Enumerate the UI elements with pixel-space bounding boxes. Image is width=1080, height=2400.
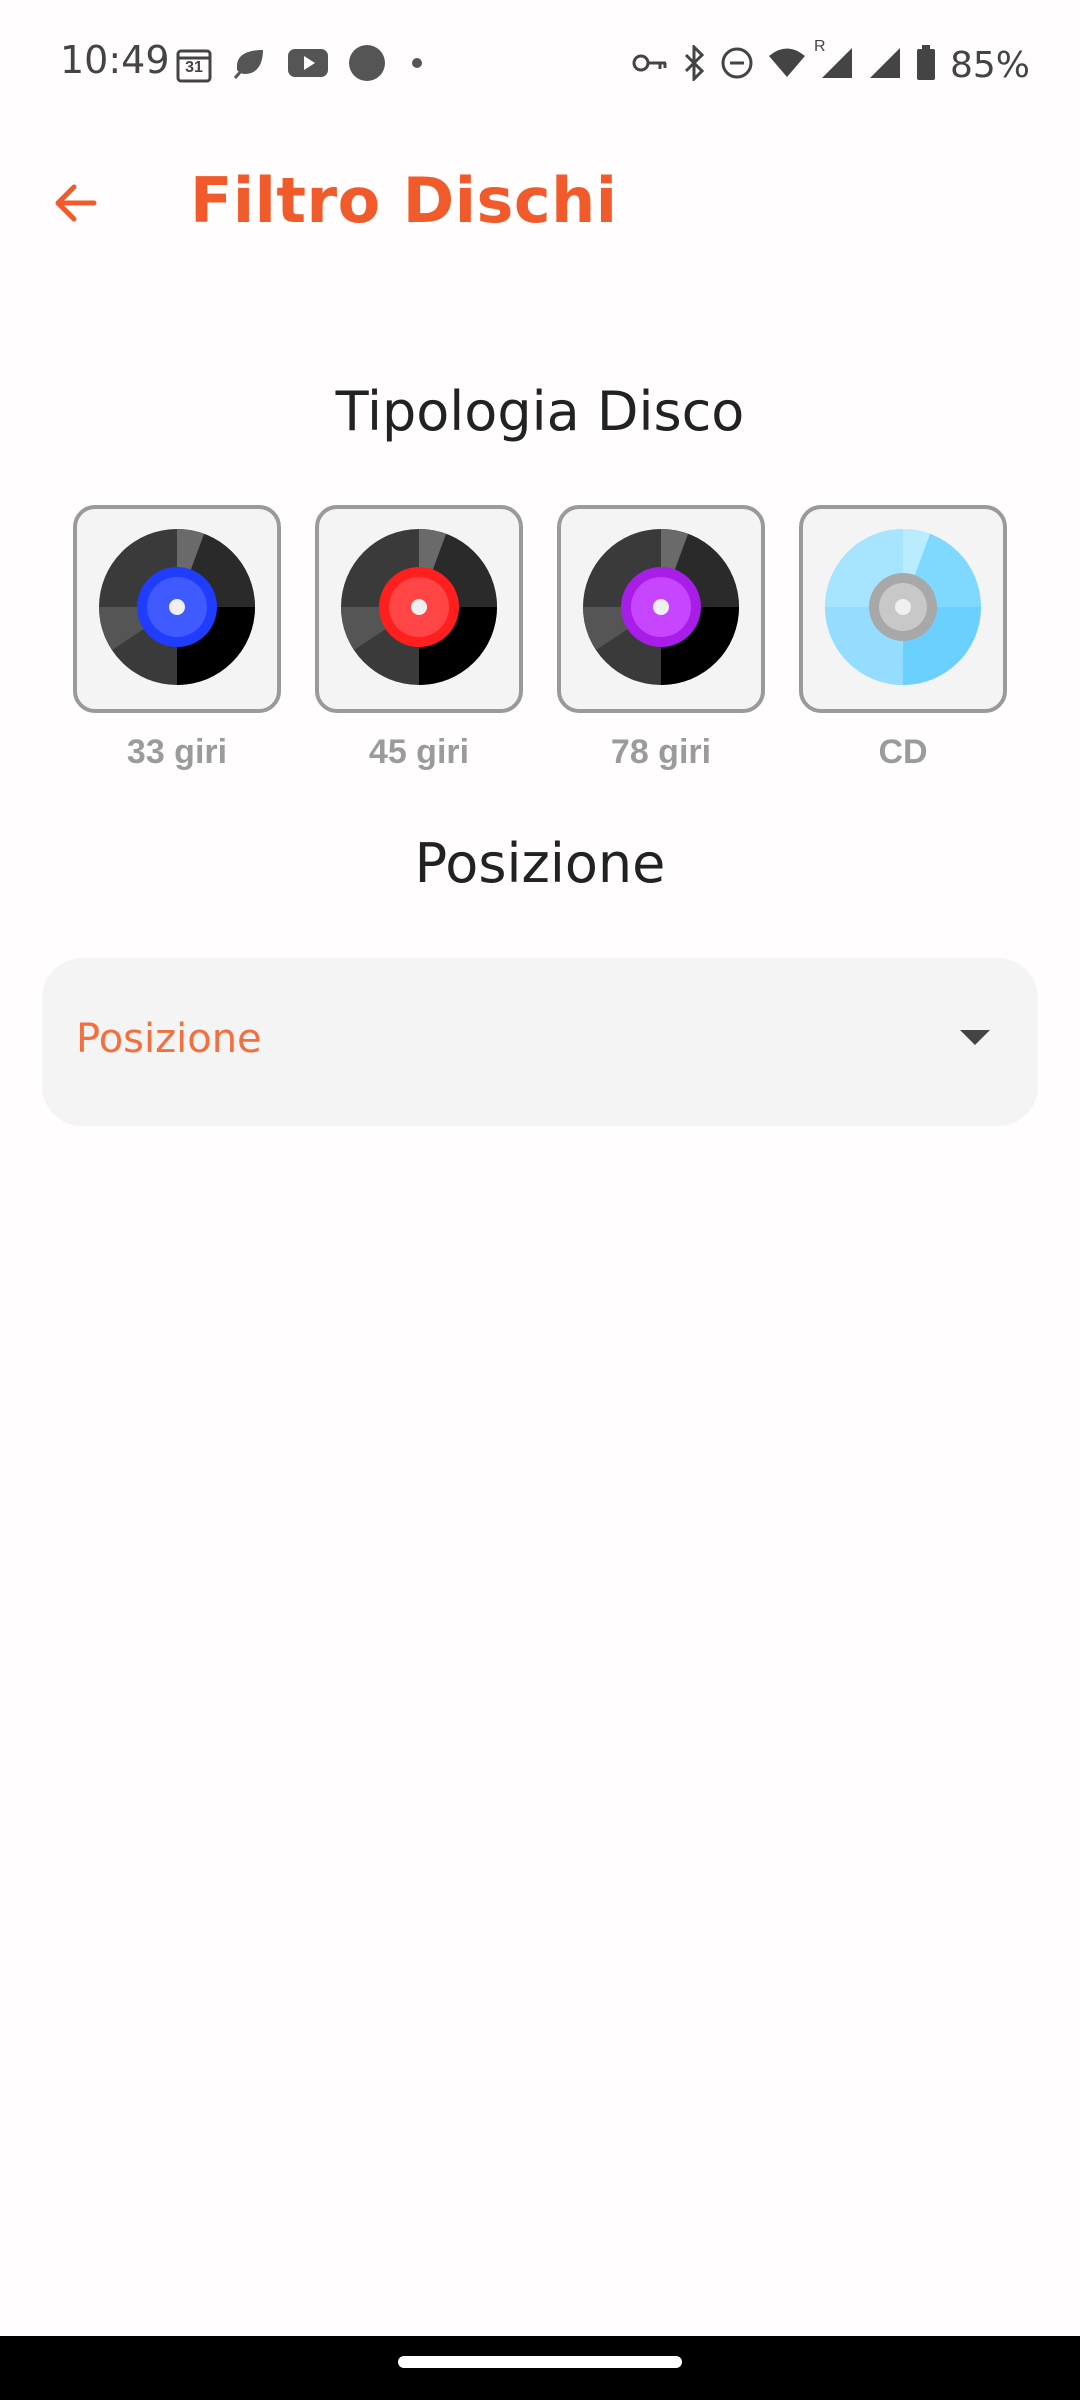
page-title: Filtro Dischi	[190, 164, 618, 237]
calendar-day: 31	[185, 59, 203, 76]
system-icons: R 85%	[632, 38, 1030, 90]
key-icon	[632, 51, 668, 80]
disc-label-cd: CD	[878, 733, 928, 771]
disc-option-45[interactable]	[315, 505, 523, 713]
disc-type-heading: Tipologia Disco	[335, 380, 745, 443]
battery-percent: 85%	[949, 44, 1030, 86]
disc-label-33: 33 giri	[126, 733, 228, 771]
status-time: 10:49	[60, 38, 170, 82]
disc-label-78: 78 giri	[610, 733, 712, 771]
disc-option-33[interactable]	[73, 505, 281, 713]
calendar-icon: 31	[175, 46, 213, 84]
status-bar: 10:49 31 R 85%	[0, 0, 1080, 130]
signal-icon: R	[814, 38, 854, 85]
circle-icon	[347, 43, 387, 88]
disc-option-cd[interactable]	[799, 505, 1007, 713]
wifi-icon	[768, 47, 806, 84]
position-dropdown[interactable]: Posizione	[42, 958, 1038, 1126]
disc-option-78[interactable]	[557, 505, 765, 713]
vinyl-red-icon	[339, 527, 499, 692]
disc-type-options: 33 giri 45 giri 78 giri CD	[73, 505, 1008, 785]
do-not-disturb-icon	[720, 46, 754, 85]
disc-label-45: 45 giri	[368, 733, 470, 771]
cd-icon	[823, 527, 983, 692]
back-button[interactable]	[40, 170, 110, 240]
bluetooth-icon	[682, 42, 706, 86]
signal-icon	[868, 46, 902, 85]
vinyl-purple-icon	[581, 527, 741, 692]
dot-icon	[411, 56, 423, 74]
dropdown-arrow-icon	[960, 1030, 990, 1045]
app-bar: Filtro Dischi	[0, 140, 1080, 260]
position-heading: Posizione	[414, 832, 666, 895]
arrow-left-icon	[50, 178, 100, 233]
vinyl-blue-icon	[97, 527, 257, 692]
navigation-bar	[0, 2336, 1080, 2400]
battery-icon	[916, 44, 936, 86]
roaming-mark: R	[813, 37, 826, 55]
leaf-icon	[231, 44, 269, 87]
notification-icons: 31	[175, 40, 423, 90]
position-dropdown-label: Posizione	[76, 1016, 262, 1062]
home-gesture-handle[interactable]	[398, 2356, 682, 2368]
youtube-icon	[287, 47, 329, 84]
